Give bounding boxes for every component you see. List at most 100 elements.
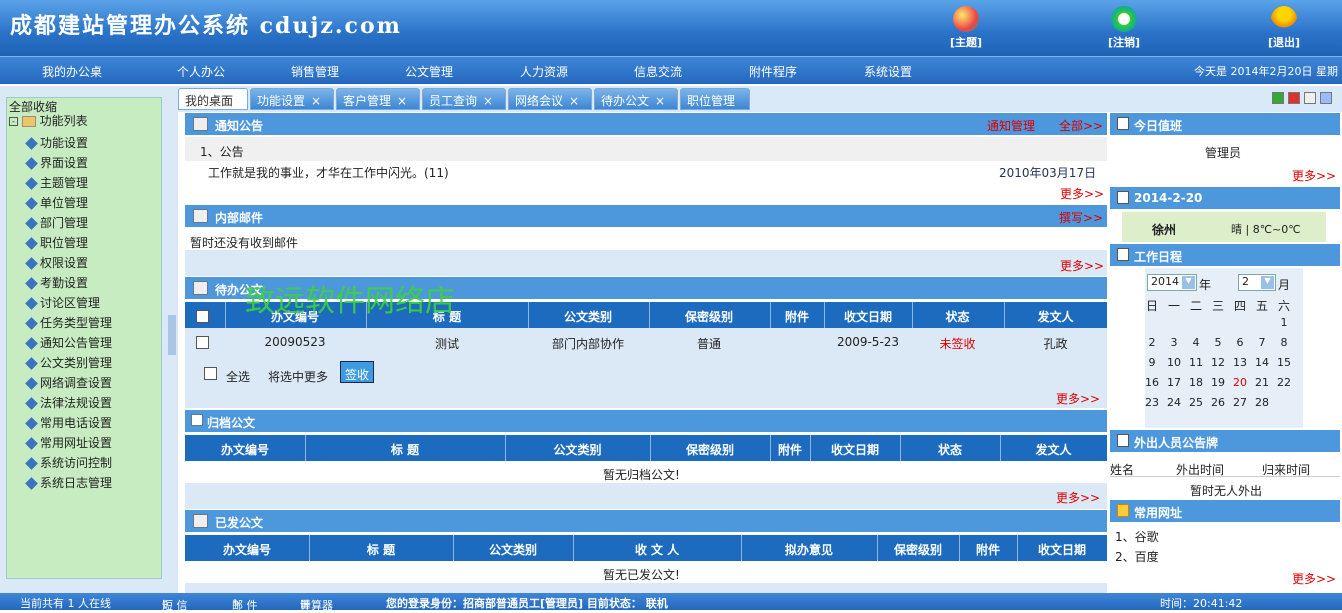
menu-communication[interactable]: 信息交流 [634,63,682,80]
link-baidu[interactable]: 2、百度 [1115,548,1159,565]
sidebar-item[interactable]: 职位管理 [25,234,88,251]
weekday-label: 五 [1255,299,1268,313]
close-icon[interactable]: × [483,94,493,108]
calendar-day[interactable]: 21 [1252,376,1272,389]
up-icon[interactable] [1320,92,1332,104]
sidebar-item[interactable]: 系统日志管理 [25,474,112,491]
sidebar-toggle[interactable] [168,315,176,355]
tab-6[interactable]: 待办公文 × [594,88,678,110]
calendar-day[interactable]: 17 [1164,376,1184,389]
sidebar-item[interactable]: 部门管理 [25,214,88,231]
sidebar-item[interactable]: 考勤设置 [25,274,88,291]
sidebar-item[interactable]: 公文类别管理 [25,354,112,371]
people-icon [193,281,208,295]
sidebar-item[interactable]: 常用电话设置 [25,414,112,431]
calendar-day[interactable]: 13 [1230,356,1250,369]
mail-compose-link[interactable]: 撰写>> [1059,209,1103,226]
menu-my-desk[interactable]: 我的办公桌 [42,63,102,80]
pending-header-checkbox[interactable] [196,310,209,323]
calendar-day[interactable]: 12 [1208,356,1228,369]
month-select[interactable]: 2 ▼ [1238,274,1276,291]
zoom-icon[interactable] [1304,92,1316,104]
exit-button[interactable]: [退出] [1254,6,1314,50]
calendar-day[interactable]: 23 [1142,396,1162,409]
calendar-day[interactable]: 7 [1252,336,1272,349]
tab-5[interactable]: 网络会议 × [508,88,592,110]
close-icon[interactable] [1288,92,1300,104]
calendar-day[interactable]: 16 [1142,376,1162,389]
sidebar-item[interactable]: 界面设置 [25,154,88,171]
tab-1[interactable]: 我的桌面 [178,88,248,110]
notice-more-link[interactable]: 更多>> [1060,185,1104,202]
calendar-day[interactable]: 28 [1252,396,1272,409]
notice-item[interactable]: 工作就是我的事业，才华在工作中闪光。(11) [208,164,449,181]
year-select[interactable]: 2014 ▼ [1147,274,1197,291]
calendar-day[interactable]: 4 [1186,336,1206,349]
notice-all-link[interactable]: 全部>> [1059,117,1103,134]
sent-empty-text: 暂无已发公文! [603,568,680,582]
calendar-day[interactable]: 19 [1208,376,1228,389]
calendar-day[interactable]: 3 [1164,336,1184,349]
calendar-day[interactable]: 11 [1186,356,1206,369]
sidebar-item[interactable]: 法律法规设置 [25,394,112,411]
close-icon[interactable]: × [311,94,321,108]
calendar-day[interactable]: 15 [1274,356,1294,369]
mail-more-link[interactable]: 更多>> [1060,257,1104,274]
sidebar-item[interactable]: 系统访问控制 [25,454,112,471]
sign-button[interactable]: 签收 [340,361,374,383]
tab-4[interactable]: 员工查询 × [422,88,506,110]
tab-3[interactable]: 客户管理 × [336,88,420,110]
menu-attachments[interactable]: 附件程序 [749,63,797,80]
calendar-day[interactable]: 25 [1186,396,1206,409]
sidebar-item[interactable]: 单位管理 [25,194,88,211]
menu-documents[interactable]: 公文管理 [405,63,453,80]
column-header: 收 文 人 [634,543,680,557]
calendar-day[interactable]: 20 [1230,376,1250,389]
theme-button[interactable]: [主题] [936,6,996,50]
refresh-icon[interactable] [1272,92,1284,104]
calendar-icon [1117,117,1129,130]
pending-cell-title[interactable]: 测试 [366,335,528,352]
links-more-link[interactable]: 更多>> [1292,570,1336,587]
menu-system[interactable]: 系统设置 [864,63,912,80]
archive-more-link[interactable]: 更多>> [1056,489,1100,506]
exit-label: [退出] [1267,36,1301,49]
close-icon[interactable]: × [397,94,407,108]
notice-manage-link[interactable]: 通知管理 [987,117,1035,134]
calendar-day[interactable]: 1 [1274,316,1294,329]
calendar-day[interactable]: 9 [1142,356,1162,369]
sidebar-item[interactable]: 讨论区管理 [25,294,100,311]
calendar-day[interactable]: 5 [1208,336,1228,349]
pending-more-link[interactable]: 更多>> [1056,390,1100,407]
tab-7[interactable]: 职位管理 [680,88,750,110]
sidebar-item[interactable]: 权限设置 [25,254,88,271]
pending-row-checkbox[interactable] [196,336,209,349]
calendar-day[interactable]: 14 [1252,356,1272,369]
calendar-day[interactable]: 2 [1142,336,1162,349]
sidebar-item[interactable]: 常用网址设置 [25,434,112,451]
menu-personal[interactable]: 个人办公 [177,63,225,80]
select-all-checkbox[interactable] [204,367,217,380]
calendar-day[interactable]: 6 [1230,336,1250,349]
calendar-day[interactable]: 27 [1230,396,1250,409]
calendar-day[interactable]: 8 [1274,336,1294,349]
tree-root[interactable]: - 功能列表 [9,112,88,129]
sidebar-item[interactable]: 任务类型管理 [25,314,112,331]
logout-button[interactable]: [注销] [1094,6,1154,50]
sidebar-item[interactable]: 网络调查设置 [25,374,112,391]
link-google[interactable]: 1、谷歌 [1115,528,1159,545]
calendar-day[interactable]: 24 [1164,396,1184,409]
menu-sales[interactable]: 销售管理 [291,63,339,80]
close-icon[interactable]: × [569,94,579,108]
sidebar-item[interactable]: 通知公告管理 [25,334,112,351]
tab-2[interactable]: 功能设置 × [250,88,334,110]
calendar-day[interactable]: 22 [1274,376,1294,389]
calendar-day[interactable]: 18 [1186,376,1206,389]
close-icon[interactable]: × [655,94,665,108]
sidebar-item[interactable]: 功能设置 [25,134,88,151]
calendar-day[interactable]: 26 [1208,396,1228,409]
calendar-day[interactable]: 10 [1164,356,1184,369]
duty-more-link[interactable]: 更多>> [1292,167,1336,184]
menu-hr[interactable]: 人力资源 [520,63,568,80]
sidebar-item[interactable]: 主题管理 [25,174,88,191]
